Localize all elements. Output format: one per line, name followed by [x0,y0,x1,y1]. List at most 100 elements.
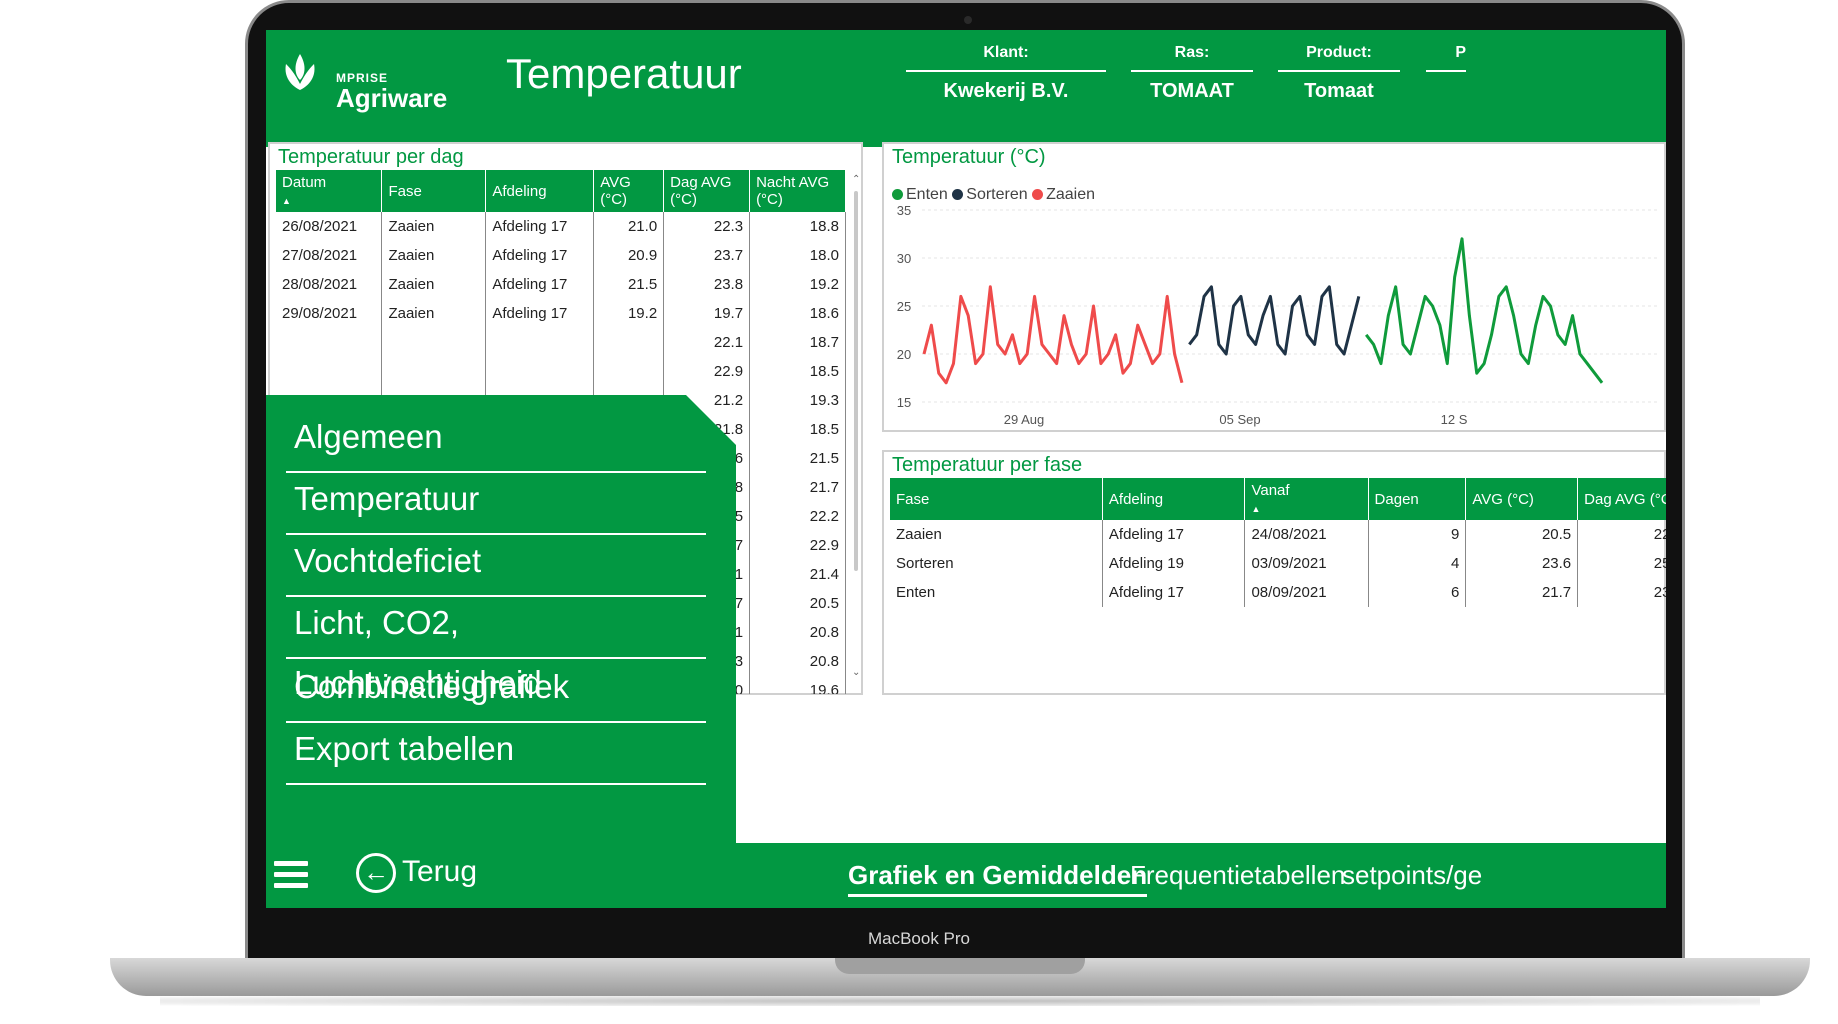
menu-item-export[interactable]: Export tabellen [286,719,706,785]
daily-table-scrollbar[interactable]: ⌃ ⌄ [852,174,860,692]
y-tick-label: 30 [897,251,911,266]
phase-table-row-cell: Afdeling 17 [1102,578,1246,607]
col-header-datum[interactable]: Datum ▲ [276,170,383,212]
customer-field: Klant: Kwekerij B.V. [906,44,1106,103]
col-header-vanaf[interactable]: Vanaf ▲ [1244,478,1369,520]
customer-value: Kwekerij B.V. [943,80,1069,102]
series-line-enten[interactable] [1365,237,1604,384]
laptop-shadow [160,996,1760,1006]
temperature-chart[interactable]: 35 30 25 20 15 29 Aug 05 Sep 12 S [884,144,1664,430]
y-tick-label: 35 [897,203,911,218]
daily-table-row[interactable]: 26/08/2021 Zaaien Afdeling 17 21.0 22.3 18.8 [276,212,846,241]
daily-table-row-cell [593,328,665,357]
tab-grafiek[interactable]: Grafiek en Gemiddelden [848,860,1148,897]
daily-table-row-cell: Zaaien [381,241,487,270]
daily-table-header: Datum ▲ Fase Afdeling AVG (°C) Dag AVG (°… [276,170,846,212]
daily-table-row-cell [276,328,383,357]
menu-item-vochtdeficiet[interactable]: Vochtdeficiet [286,531,706,597]
tab-setpoints[interactable]: setpoints/ge [1342,860,1482,891]
menu-item-licht[interactable]: Licht, CO2, Luchtvochtigheid [286,593,706,701]
menu-item-temperatuur[interactable]: Temperatuur [286,469,706,535]
phase-table-header: Fase Afdeling Vanaf ▲ Dagen AVG (°C) Dag … [890,478,1666,520]
daily-table-row[interactable]: 22.1 18.7 [276,328,846,357]
back-button[interactable]: ← Terug [356,853,477,897]
phase-table-row-cell: 6 [1368,578,1467,607]
phase-table-row-cell: 20.5 [1465,520,1579,549]
daily-table-row[interactable]: 22.9 18.5 [276,357,846,386]
phase-table-title: Temperatuur per fase [892,454,1083,476]
scroll-down-icon[interactable]: ⌄ [852,667,860,678]
daily-table-row-cell: 19.7 [663,299,751,328]
daily-table-row-cell: 29/08/2021 [276,299,383,328]
phase-table-row-cell: Afdeling 17 [1102,520,1246,549]
daily-table-row[interactable]: 28/08/2021 Zaaien Afdeling 17 21.5 23.8 19.2 [276,270,846,299]
col-header-nacht-avg[interactable]: Nacht AVG (°C) [749,170,846,212]
menu-item-algemeen[interactable]: Algemeen [286,407,706,473]
temperature-chart-panel: Temperatuur (°C) Enten Sorteren Zaaien 3… [882,142,1666,432]
hamburger-menu-icon[interactable] [274,861,308,891]
scroll-up-icon[interactable]: ⌃ [852,174,860,185]
menu-item-combinatie[interactable]: Combinatie grafiek [286,657,706,723]
series-line-sorteren[interactable] [1188,285,1361,356]
col-header-afdeling[interactable]: Afdeling [1102,478,1246,520]
daily-table-row-cell: 19.6 [749,676,846,694]
daily-table-row[interactable]: 29/08/2021 Zaaien Afdeling 17 19.2 19.7 18.6 [276,299,846,328]
phase-table-row[interactable]: EntenAfdeling 1708/09/2021621.723.8 [890,578,1666,607]
daily-table-row-cell: Zaaien [381,212,487,241]
customer-label: Klant: [906,44,1106,72]
daily-table-row-cell: Zaaien [381,299,487,328]
logo-title: Agriware [336,83,448,113]
daily-table-row-cell [381,357,487,386]
daily-table-row-cell: 27/08/2021 [276,241,383,270]
daily-table-row-cell: 19.3 [749,386,846,415]
daily-table-row-cell [276,357,383,386]
phase-table-row-cell: 24/08/2021 [1244,520,1369,549]
phase-table-row-cell: 23.8 [1577,578,1666,607]
col-header-fase[interactable]: Fase [890,478,1103,520]
col-header-fase[interactable]: Fase [381,170,487,212]
back-label: Terug [402,854,478,888]
daily-table-row-cell: Afdeling 17 [485,212,595,241]
col-header-avg[interactable]: AVG (°C) [593,170,665,212]
app-screen: MPRISE Agriware Temperatuur Klant: Kweke… [266,30,1666,908]
tab-frequentietabellen[interactable]: Frequentietabellen [1130,860,1345,891]
sort-asc-icon: ▲ [1251,504,1261,514]
phase-table-row-cell: Sorteren [890,549,1103,578]
col-header-afdeling[interactable]: Afdeling [485,170,595,212]
col-header-dag-avg[interactable]: Dag AVG (°C) [663,170,751,212]
arrow-left-icon: ← [356,853,396,893]
col-header-dagen[interactable]: Dagen [1368,478,1467,520]
app-header: MPRISE Agriware Temperatuur Klant: Kweke… [266,30,1666,147]
daily-table-row-cell: 21.5 [749,444,846,473]
daily-table-row-cell: 21.0 [593,212,665,241]
daily-table-row-cell: 28/08/2021 [276,270,383,299]
daily-table-row-cell: 21.4 [749,560,846,589]
col-header-dag-avg[interactable]: Dag AVG (°C [1577,478,1666,520]
daily-table-row-cell: 20.8 [749,647,846,676]
variety-label: Ras: [1131,44,1253,72]
daily-table-row-cell [485,328,595,357]
phase-table-row-cell: Enten [890,578,1103,607]
product-field: Product: Tomaat [1278,44,1400,103]
phase-table-row[interactable]: ZaaienAfdeling 1724/08/2021920.522.4 [890,520,1666,549]
phase-table-row-cell: 4 [1368,549,1467,578]
daily-table-row-cell: 20.8 [749,618,846,647]
device-label: MacBook Pro [867,929,971,948]
daily-table-row[interactable]: 27/08/2021 Zaaien Afdeling 17 20.9 23.7 18.0 [276,241,846,270]
series-line-zaaien[interactable] [922,285,1184,385]
laptop-notch [835,958,1085,974]
phase-table-scroll[interactable]: Fase Afdeling Vanaf ▲ Dagen AVG (°C) Dag … [890,478,1666,693]
col-header-avg[interactable]: AVG (°C) [1465,478,1579,520]
phase-table-row-cell: 23.6 [1465,549,1579,578]
variety-field: Ras: TOMAAT [1131,44,1253,103]
sort-asc-icon: ▲ [282,196,291,206]
product-value: Tomaat [1304,80,1374,102]
phase-table-row[interactable]: SorterenAfdeling 1903/09/2021423.625.7 [890,549,1666,578]
phase-table-body: ZaaienAfdeling 1724/08/2021920.522.4Sort… [890,520,1666,607]
y-tick-label: 15 [897,395,911,410]
scroll-thumb[interactable] [854,191,858,571]
phase-table-row-cell: 21.7 [1465,578,1579,607]
phase-table-row-cell: 25.7 [1577,549,1666,578]
page-title: Temperatuur [506,50,742,97]
phase-table-row-cell: Zaaien [890,520,1103,549]
